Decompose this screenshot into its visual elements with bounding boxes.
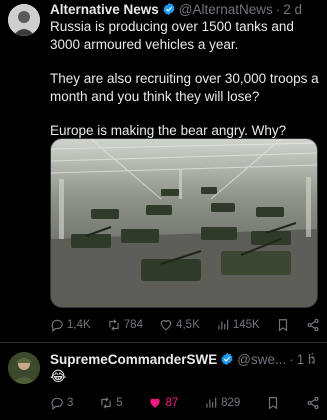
views-button[interactable]: 145K — [216, 318, 260, 332]
bookmark-icon — [269, 397, 278, 410]
views-button[interactable]: 829 — [204, 396, 240, 410]
reply-header: SupremeCommanderSWE @swe... · 1 h — [50, 350, 316, 368]
separator: · — [289, 351, 294, 367]
retweet-button[interactable]: 5 — [99, 396, 123, 410]
share-button[interactable] — [306, 318, 320, 332]
view-count: 145K — [232, 319, 260, 331]
like-button[interactable]: 87 — [148, 396, 178, 410]
tweet-image[interactable] — [50, 138, 318, 308]
verified-badge-icon — [221, 352, 233, 366]
divider — [0, 342, 327, 343]
views-chart-icon — [218, 319, 229, 330]
factory-photo — [51, 139, 317, 307]
reply-author-handle[interactable]: @swe... — [237, 352, 286, 367]
tweet-paragraph: They are also recruiting over 30,000 tro… — [50, 71, 319, 104]
tweet-actions: 1,4K 784 4,5K 145K — [50, 318, 320, 332]
share-icon — [307, 396, 319, 410]
reply-text: 😂 — [50, 368, 67, 384]
retweet-icon — [109, 319, 119, 331]
retweet-count: 5 — [116, 397, 123, 409]
tweet-text: Russia is producing over 1500 tanks and … — [50, 18, 320, 140]
share-button[interactable] — [306, 396, 320, 410]
reply-icon — [51, 319, 63, 332]
reply-count: 1,4K — [67, 319, 91, 331]
separator: · — [275, 1, 281, 17]
reply-author-avatar[interactable] — [8, 352, 40, 384]
bookmark-button[interactable] — [276, 318, 290, 332]
view-count: 829 — [221, 397, 241, 409]
retweet-icon — [101, 397, 111, 409]
author-handle[interactable]: @AlternatNews — [179, 2, 273, 17]
reply-more-icon[interactable]: ⋮ — [306, 350, 319, 366]
reply-actions: 3 5 87 829 — [50, 396, 320, 410]
reply-icon — [51, 397, 63, 410]
like-count: 4,5K — [176, 319, 200, 331]
reply-author-name[interactable]: SupremeCommanderSWE — [50, 352, 217, 367]
heart-icon — [160, 320, 172, 331]
like-button[interactable]: 4,5K — [159, 318, 200, 332]
heart-filled-icon — [150, 398, 161, 408]
retweet-button[interactable]: 784 — [107, 318, 143, 332]
share-icon — [307, 318, 319, 332]
author-avatar[interactable] — [8, 4, 40, 36]
bookmark-icon — [278, 319, 287, 332]
bookmark-button[interactable] — [266, 396, 280, 410]
retweet-count: 784 — [123, 319, 143, 331]
tweet-time[interactable]: 2 d — [283, 2, 302, 17]
tweet-paragraph: Russia is producing over 1500 tanks and … — [50, 19, 294, 52]
verified-badge-icon — [163, 2, 175, 16]
views-chart-icon — [206, 397, 217, 408]
tweet-paragraph: Europe is making the bear angry. Why? — [50, 123, 287, 138]
tweet-header: Alternative News @AlternatNews · 2 d — [50, 0, 302, 18]
reply-count: 3 — [67, 397, 74, 409]
like-count: 87 — [165, 397, 179, 409]
reply-button[interactable]: 1,4K — [50, 318, 91, 332]
author-name[interactable]: Alternative News — [50, 2, 159, 17]
reply-button[interactable]: 3 — [50, 396, 73, 410]
